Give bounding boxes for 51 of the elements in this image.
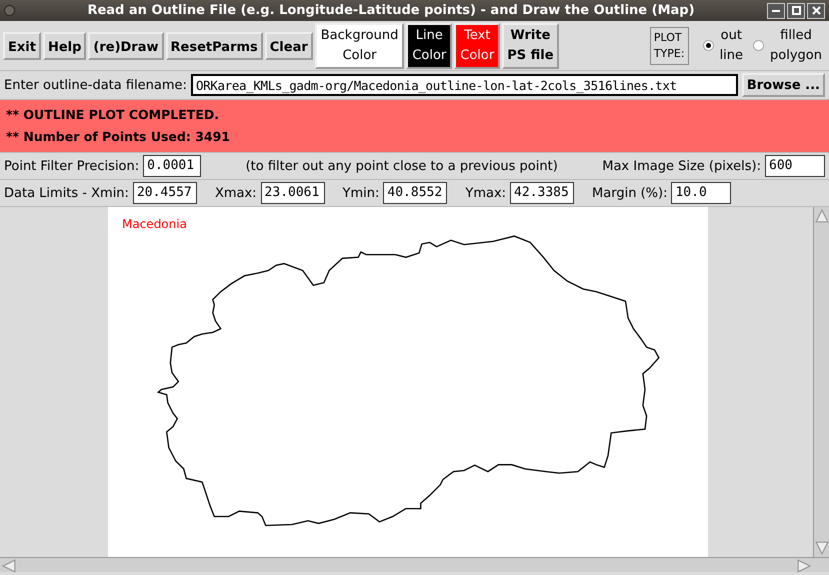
radio-option[interactable]: out line bbox=[698, 26, 748, 66]
minimize-button[interactable] bbox=[767, 2, 785, 18]
filter-note: (to filter out any point close to a previous point) bbox=[244, 158, 559, 174]
browse-button[interactable]: Browse ... bbox=[742, 73, 825, 97]
toolbar-button[interactable]: ResetParms bbox=[166, 32, 263, 60]
limit-field[interactable]: 10.0 bbox=[671, 182, 732, 204]
scroll-up-icon[interactable] bbox=[815, 209, 829, 223]
write-ps-button[interactable]: Write PS file bbox=[502, 22, 559, 68]
limit-field[interactable]: 40.8552 bbox=[383, 182, 448, 204]
color-button[interactable]: Text Color bbox=[454, 22, 500, 68]
vertical-scrollbar[interactable] bbox=[813, 207, 829, 557]
window-menu-icon[interactable] bbox=[4, 5, 15, 16]
radio-indicator[interactable] bbox=[702, 40, 714, 51]
radio-option[interactable]: filled polygon bbox=[749, 26, 826, 66]
limit-label: Margin (%): bbox=[592, 186, 668, 200]
limit-field[interactable]: 42.3385 bbox=[510, 182, 574, 204]
plot-type-label: PLOT TYPE: bbox=[650, 26, 689, 64]
precision-field[interactable]: 0.0001 bbox=[143, 155, 202, 177]
image-size-field[interactable]: 600 bbox=[765, 155, 825, 177]
close-button[interactable] bbox=[807, 2, 825, 18]
color-button[interactable]: Line Color bbox=[406, 22, 452, 68]
status-message: ** OUTLINE PLOT COMPLETED. bbox=[6, 106, 220, 124]
limit-label: Data Limits - Xmin: bbox=[4, 186, 129, 200]
radio-label: filled polygon bbox=[770, 26, 822, 64]
limit-label: Ymin: bbox=[342, 186, 380, 200]
window-title: Read an Outline File (e.g. Longitude-Latitude points) - and Draw the Outline (Map) bbox=[86, 3, 696, 18]
radio-indicator[interactable] bbox=[753, 40, 764, 51]
toolbar-button[interactable]: Clear bbox=[264, 32, 313, 60]
radio-label: out line bbox=[720, 26, 744, 64]
scroll-right-icon[interactable] bbox=[797, 559, 811, 573]
horizontal-scrollbar[interactable] bbox=[0, 557, 829, 572]
status-message: ** Number of Points Used: 3491 bbox=[6, 128, 231, 146]
toolbar-button[interactable]: Exit bbox=[3, 32, 41, 60]
limit-label: Xmax: bbox=[214, 186, 257, 200]
maximize-button[interactable] bbox=[787, 2, 805, 18]
limit-label: Ymax: bbox=[465, 186, 506, 200]
scroll-down-icon[interactable] bbox=[815, 541, 829, 555]
filename-field[interactable]: ORKarea_KMLs_gadm-org/Macedonia_outline-lon-lat-2cols_3516lines.txt bbox=[190, 74, 738, 96]
image-size-label: Max Image Size (pixels): bbox=[602, 158, 761, 174]
precision-label: Point Filter Precision: bbox=[4, 158, 140, 174]
limit-field[interactable]: 20.4557 bbox=[132, 182, 197, 204]
minimize-icon bbox=[772, 10, 780, 12]
scroll-left-icon[interactable] bbox=[2, 559, 16, 573]
color-button[interactable]: Background Color bbox=[314, 22, 404, 68]
filename-label: Enter outline-data filename: bbox=[4, 78, 187, 92]
maximize-icon bbox=[792, 6, 800, 15]
toolbar-button[interactable]: (re)Draw bbox=[88, 32, 164, 60]
limit-field[interactable]: 23.0061 bbox=[260, 182, 325, 204]
map-title: Macedonia bbox=[122, 217, 187, 231]
toolbar-button[interactable]: Help bbox=[42, 32, 86, 60]
close-icon bbox=[812, 6, 820, 15]
